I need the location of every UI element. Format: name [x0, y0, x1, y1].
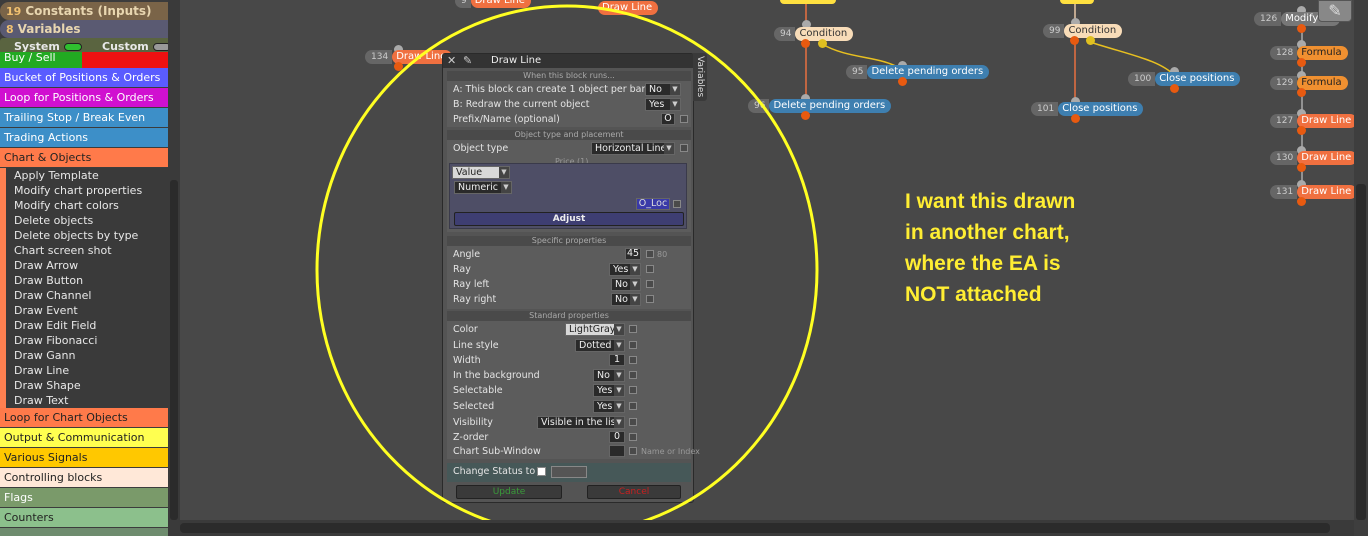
highlight-circle	[315, 4, 819, 536]
horizontal-scroll-thumb[interactable]	[180, 523, 1330, 533]
vertical-scroll-thumb[interactable]	[1356, 184, 1366, 520]
highlight-ellipse	[315, 4, 819, 536]
vertical-scrollbar[interactable]	[1354, 0, 1368, 536]
horizontal-scrollbar[interactable]	[180, 520, 1354, 536]
